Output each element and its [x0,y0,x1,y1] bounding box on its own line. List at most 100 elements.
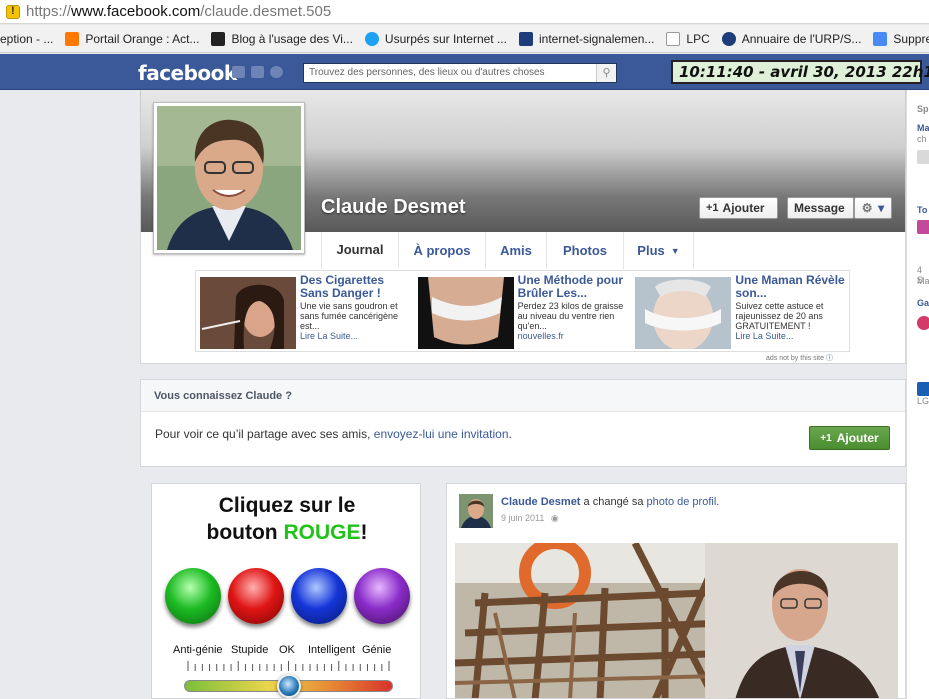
tab-friends[interactable]: Amis [486,232,547,269]
scale-label: Stupide [231,644,269,656]
address-bar[interactable]: https:// www.facebook.com /claude.desmet… [0,0,929,24]
bookmark-0[interactable]: eption - ... [0,32,53,46]
sidebar-label[interactable]: Ga [917,298,929,308]
tab-about[interactable]: À propos [399,232,486,269]
warning-lock-icon[interactable] [6,4,20,19]
ad-link[interactable]: Lire La Suite... [735,331,793,341]
post-author-link[interactable]: Claude Desmet [501,496,580,508]
ad-title[interactable]: Une Méthode pour Brûler Les... [518,274,628,300]
post-object-link[interactable]: photo de profil [647,496,717,508]
purple-button[interactable] [354,568,410,624]
add-friend-label: Ajouter [722,201,765,215]
know-heading: Vous connaissez Claude ? [141,380,905,412]
caret-down-icon: ▼ [670,245,680,256]
scale-label: Intelligent [308,644,356,656]
post-date-text[interactable]: 9 juin 2011 [501,513,544,523]
bookmark-2[interactable]: Blog à l'usage des Vi... [211,31,353,46]
ad-body: Une vie sans goudron et sans fumée cancé… [300,301,399,331]
bookmark-1[interactable]: Portail Orange : Act... [65,31,200,46]
game-heading: Cliquez sur le bouton ROUGE! [152,492,420,546]
sidebar-label: LG [917,396,929,406]
jewel-icons [232,66,283,78]
bookmark-label: Usurpés sur Internet ... [384,31,507,46]
ad-title[interactable]: Une Maman Révèle son... [735,274,845,300]
profile-picture-frame[interactable] [153,102,305,254]
timeline-post: Claude Desmet a changé sa photo de profi… [446,483,906,699]
know-text: Pour voir ce qu’il partage avec ses amis… [155,427,512,441]
bookmark-3[interactable]: Usurpés sur Internet ... [364,31,507,46]
add-friend-green-label: Ajouter [836,431,879,445]
url-path: /claude.desmet.505 [200,3,332,20]
ad-item[interactable]: Une Méthode pour Brûler Les... Perdez 23… [414,271,632,351]
post-date: 9 juin 2011 ◉ [501,513,559,524]
ad-image [417,277,514,349]
profile-tabs: Journal À propos Amis Photos Plus ▼ [321,232,694,269]
ad-link[interactable]: Lire La Suite... [300,331,358,341]
message-button[interactable]: Message [787,197,854,219]
notifications-icon[interactable] [270,66,283,78]
bookmark-4[interactable]: internet-signalemen... [518,31,654,46]
ad-item[interactable]: Une Maman Révèle son... Suivez cette ast… [631,271,849,351]
settings-dropdown-button[interactable]: ⚙ ▾ [854,197,892,219]
know-text-after: . [508,427,512,441]
tab-photos[interactable]: Photos [547,232,624,269]
sidebar-thumb[interactable] [917,150,929,164]
red-button[interactable] [228,568,284,624]
message-label: Message [794,201,845,215]
post-photo[interactable] [455,543,898,698]
google-icon [873,31,888,46]
scale-label: Anti-génie [173,644,223,656]
blue-button[interactable] [291,568,347,624]
bookmark-5[interactable]: LPC [666,31,710,46]
profile-picture [157,106,301,250]
facebook-header: facebook Trouvez des personnes, des lieu… [0,54,929,90]
tab-more-label: Plus [637,243,665,258]
add-friend-green-button[interactable]: +1 Ajouter [809,426,890,450]
ads-note: ads not by this site ⓘ [766,353,833,363]
search-icon[interactable]: ⚲ [596,64,616,82]
send-invitation-link[interactable]: envoyez-lui une invitation [374,427,509,441]
bookmark-label: LPC [686,31,710,46]
search-input[interactable]: Trouvez des personnes, des lieux ou d'au… [303,63,617,83]
sidebar-label[interactable]: Ma [917,123,929,133]
friends-icon[interactable] [232,66,245,78]
ad-image [200,277,296,349]
messages-icon[interactable] [251,66,264,78]
green-button[interactable] [165,568,221,624]
bookmark-label: Portail Orange : Act... [85,31,200,46]
slider-knob[interactable] [276,674,301,698]
info-icon[interactable]: ⓘ [826,355,833,362]
game-heading-end: ! [360,521,368,544]
sidebar-thumb[interactable] [917,382,929,396]
sidebar-thumb[interactable] [917,316,929,330]
bookmark-7[interactable]: Suppres [873,31,929,46]
url-host: www.facebook.com [71,3,201,20]
ad-link[interactable]: nouvelles.fr [518,331,564,341]
bookmark-label: Suppres [893,31,929,46]
ad-item[interactable]: Des Cigarettes Sans Danger ! Une vie san… [196,271,414,351]
orange-icon [65,31,80,46]
bookmark-label: Blog à l'usage des Vi... [231,31,353,46]
ads-note-text: ads not by this site [766,355,824,362]
facebook-logo[interactable]: facebook [138,61,237,85]
scale-ticks [187,661,390,671]
sidebar-thumb[interactable] [917,220,929,234]
caret-down-icon: ▾ [878,201,885,215]
post-avatar[interactable] [459,494,493,528]
add-friend-icon: +1 [706,202,719,214]
know-person-box: Vous connaissez Claude ? Pour voir ce qu… [140,379,906,467]
sidebar-label[interactable]: To [917,205,927,215]
globe-icon: ◉ [550,513,559,523]
ad-title[interactable]: Des Cigarettes Sans Danger ! [300,274,410,300]
add-friend-button[interactable]: +1 Ajouter [699,197,778,219]
tab-more[interactable]: Plus ▼ [624,232,694,269]
site-icon [518,31,533,46]
post-action: a changé sa [580,496,647,508]
search-placeholder: Trouvez des personnes, des lieux ou d'au… [309,67,545,78]
bookmark-6[interactable]: Annuaire de l'URP/S... [721,31,861,46]
scale-label: Génie [362,644,392,656]
scale-label: OK [279,644,295,656]
ad-image [635,277,732,349]
button-game-widget: Cliquez sur le bouton ROUGE! Anti-génie … [151,483,421,699]
tab-journal[interactable]: Journal [322,232,399,269]
